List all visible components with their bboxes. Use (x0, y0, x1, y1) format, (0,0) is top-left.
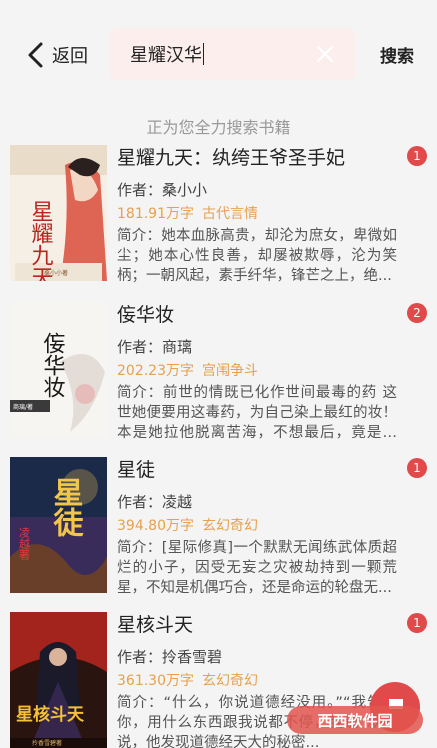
update-badge: 2 (407, 303, 427, 323)
book-cover[interactable]: 星核斗天 拎香雪碧著 (10, 612, 107, 748)
cover-author-4: 拎香雪碧著 (32, 739, 62, 747)
book-item[interactable]: 侫华妆 商璃/著 侫华妆 作者：商璃 202.23万字 宫闱争斗 简介：前世的情既… (0, 297, 437, 447)
word-count: 394.80万字 (117, 518, 194, 534)
watermark-logo: 西西软件园 (287, 706, 423, 734)
book-author: 作者：凌越 (117, 493, 193, 511)
close-icon[interactable] (315, 44, 335, 64)
word-count: 361.30万字 (117, 673, 194, 689)
text-caret (203, 43, 204, 65)
book-meta: 181.91万字 古代言情 (117, 204, 397, 224)
book-intro: 简介：她本血脉高贵，却沦为庶女，卑微如尘；她本心性良善，却屡被欺辱，沦为笑柄；一… (117, 228, 397, 284)
book-intro: 简介：前世的情既已化作世间最毒的药 这世她便要用这毒药，为自己染上最红的妆！本是… (117, 385, 397, 441)
back-button[interactable]: 返回 (26, 40, 88, 70)
back-label: 返回 (52, 46, 88, 67)
chevron-left-icon (28, 42, 43, 68)
book-meta: 202.23万字 宫闱争斗 (117, 361, 397, 381)
cover-image-1: 星耀九天 桑小小著 (10, 145, 107, 281)
genre-tag: 玄幻奇幻 (202, 518, 258, 534)
book-cover[interactable]: 星耀九天 桑小小著 (10, 145, 107, 281)
book-info: 星徒 作者：凌越 394.80万字 玄幻奇幻 简介：[星际修真]一个默默无闻练武体… (117, 457, 397, 598)
genre-tag: 玄幻奇幻 (202, 673, 258, 689)
book-meta: 361.30万字 玄幻奇幻 (117, 671, 397, 691)
book-item[interactable]: 星耀九天 桑小小著 星耀九天：纨绔王爷圣手妃 作者：桑小小 181.91万字 古代… (0, 140, 437, 290)
search-button[interactable]: 搜索 (380, 42, 414, 67)
book-info: 星耀九天：纨绔王爷圣手妃 作者：桑小小 181.91万字 古代言情 简介：她本血脉… (117, 145, 397, 286)
cover-author-2: 商璃/著 (13, 403, 33, 411)
cover-image-3: 星徒 凌越著 (10, 457, 107, 593)
book-item[interactable]: 星徒 凌越著 星徒 作者：凌越 394.80万字 玄幻奇幻 简介：[星际修真]一个… (0, 452, 437, 602)
search-value: 星耀汉华 (130, 45, 202, 66)
book-cover[interactable]: 侫华妆 商璃/著 (10, 302, 107, 438)
book-meta: 394.80万字 玄幻奇幻 (117, 516, 397, 536)
cover-title-1: 星耀九天 (28, 200, 54, 281)
update-badge: 1 (407, 458, 427, 478)
search-input[interactable]: 星耀汉华 (110, 28, 355, 80)
cover-title-3: 星徒 (48, 477, 85, 538)
book-author: 作者：桑小小 (117, 181, 208, 199)
word-count: 202.23万字 (117, 363, 194, 379)
update-badge: 1 (407, 146, 427, 166)
cover-author-3: 凌越著 (18, 526, 31, 561)
search-status-text: 正为您全力搜索书籍 (146, 118, 291, 137)
book-title: 星徒 (117, 459, 156, 481)
book-title: 侫华妆 (117, 304, 175, 326)
cover-title-2: 侫华妆 (40, 332, 66, 398)
book-title: 星核斗天 (117, 614, 194, 636)
update-badge: 1 (407, 613, 427, 633)
cover-title-4: 星核斗天 (16, 704, 85, 725)
watermark-text: 西西软件园 (317, 712, 392, 730)
book-author: 作者：商璃 (117, 338, 193, 356)
cover-author-1: 桑小小著 (44, 269, 68, 277)
book-author: 作者：拎香雪碧 (117, 648, 223, 666)
cover-image-2: 侫华妆 商璃/著 (10, 302, 107, 438)
genre-tag: 宫闱争斗 (202, 363, 258, 379)
book-info: 侫华妆 作者：商璃 202.23万字 宫闱争斗 简介：前世的情既已化作世间最毒的药… (117, 302, 397, 443)
genre-tag: 古代言情 (202, 206, 258, 222)
header-bar: 返回 星耀汉华 搜索 (0, 0, 437, 108)
word-count: 181.91万字 (117, 206, 194, 222)
cover-image-4: 星核斗天 拎香雪碧著 (10, 612, 107, 748)
book-cover[interactable]: 星徒 凌越著 (10, 457, 107, 593)
book-intro: 简介：[星际修真]一个默默无闻练武体质超烂的小子，因受无妄之灾被劫持到一颗荒星，… (117, 540, 397, 596)
book-title: 星耀九天：纨绔王爷圣手妃 (117, 147, 346, 169)
